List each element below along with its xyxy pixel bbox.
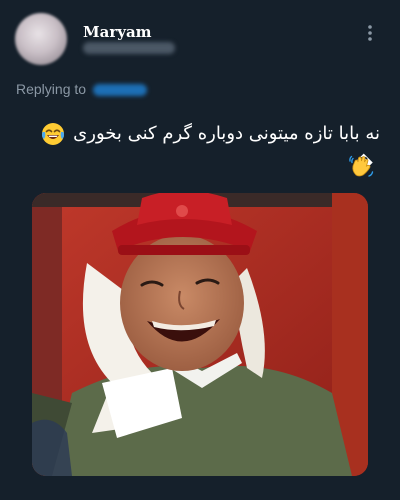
tweet-card[interactable]: Maryam Replying to نه بابا تازه میتونی د… — [0, 0, 400, 500]
avatar[interactable] — [15, 13, 67, 65]
author-handle-blurred — [83, 42, 175, 54]
tweet-media-image[interactable] — [32, 193, 368, 476]
replying-to-label: Replying to — [16, 81, 87, 97]
waving-hand-icon — [348, 153, 374, 179]
replying-to-handle-blurred[interactable] — [93, 84, 147, 96]
face-with-tears-of-joy-icon — [40, 121, 66, 147]
tweet-text-line-1: نه بابا تازه میتونی دوباره گرم کنی بخوری — [73, 123, 380, 144]
more-vertical-icon[interactable] — [361, 22, 379, 44]
author-display-name[interactable]: Maryam — [83, 23, 152, 41]
